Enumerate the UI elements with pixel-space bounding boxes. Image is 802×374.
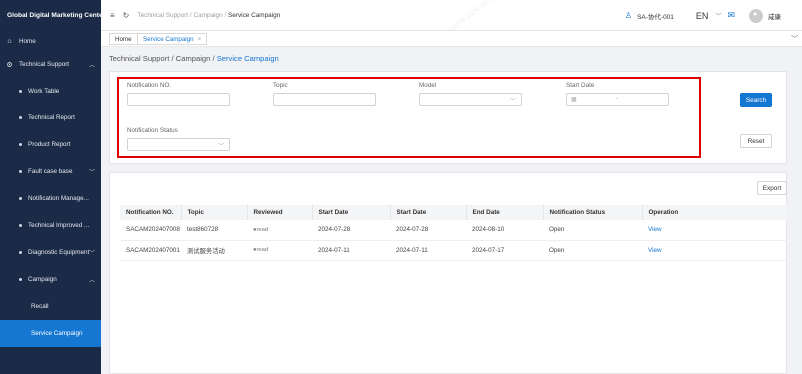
user-icon: ♙ (624, 11, 633, 20)
bullet-icon (19, 116, 22, 119)
brand-title: Global Digital Marketing Center (7, 11, 106, 19)
chevron-down-icon: ﹀ (88, 170, 95, 176)
reset-button[interactable]: Reset (740, 134, 772, 148)
close-icon[interactable]: × (198, 36, 202, 43)
page-breadcrumb-current: Service Campaign (216, 54, 279, 63)
mail-icon[interactable]: ✉ (727, 10, 735, 21)
table-header-row: Notification NO. Topic Reviewed Start Da… (120, 205, 787, 220)
search-button[interactable]: Search (740, 93, 772, 107)
sidebar-item-diagnostic-equipment[interactable]: Diagnostic Equipment ﹀ (0, 239, 101, 266)
highlight-box (117, 77, 701, 158)
topic-cell: 测试服务活动 (181, 240, 247, 261)
column-header: Notification NO. (120, 205, 182, 220)
sidebar-item-label: Service Campaign (31, 330, 83, 337)
results-panel (109, 172, 787, 374)
end-date-cell: 2024-08-10 (466, 220, 543, 241)
sidebar-item-label: Home (19, 38, 36, 45)
username[interactable]: 咸康 (768, 11, 781, 21)
sidebar-item-fault-case-base[interactable]: Fault case base ﹀ (0, 158, 101, 185)
breadcrumb-current: Service Campaign (228, 11, 281, 19)
page-breadcrumb-item[interactable]: Campaign (176, 54, 211, 63)
avatar[interactable]: ● (749, 8, 763, 23)
sidebar-item-service-campaign[interactable]: Service Campaign (0, 320, 101, 347)
chevron-down-icon[interactable]: ﹀ (791, 34, 798, 44)
tab-label: Service Campaign (143, 35, 194, 43)
tab-home[interactable]: Home (109, 33, 138, 45)
breadcrumb: Technical Support / Campaign / Service C… (137, 12, 280, 19)
sidebar-item-label: Technical Support (19, 61, 70, 68)
bullet-icon (19, 90, 22, 93)
sidebar-item-label: Recall (31, 303, 49, 310)
sidebar-item-label: Technical Improved ... (28, 222, 90, 229)
sidebar-item-label: Work Table (28, 88, 60, 95)
start-date-cell: 2024-07-28 (312, 220, 390, 241)
home-icon: ⌂ (7, 38, 12, 45)
end-date-cell: 2024-07-17 (466, 240, 543, 261)
chevron-down-icon[interactable]: ﹀ (715, 11, 721, 20)
chevron-up-icon: ︿ (88, 278, 95, 284)
sidebar-item-label: Technical Report (28, 114, 75, 121)
status-cell: Open (543, 220, 642, 241)
breadcrumb-item[interactable]: Technical Support (137, 12, 188, 19)
topic-cell: test860728 (181, 220, 247, 241)
sidebar-item-label: Product Report (28, 141, 71, 148)
notification-no-cell: SACAM202407001 (120, 240, 181, 261)
table-row: SACAM202407001 测试服务活动 ●read 2024-07-11 2… (120, 240, 787, 261)
chevron-down-icon: ﹀ (88, 251, 95, 257)
start-date-cell: 2024-07-11 (390, 240, 466, 261)
column-header: Notification Status (543, 205, 643, 220)
column-header: Start Date (390, 205, 467, 220)
sidebar-item-recall[interactable]: Recall (0, 293, 101, 320)
bullet-icon (19, 251, 22, 254)
sidebar-item-product-report[interactable]: Product Report (0, 131, 101, 158)
chevron-up-icon: ︿ (88, 63, 95, 69)
campaign-table: Notification NO. Topic Reviewed Start Da… (120, 205, 787, 261)
avatar-person-icon: ● (753, 10, 758, 18)
start-date-cell: 2024-07-28 (390, 220, 466, 241)
bullet-icon (19, 143, 22, 146)
sidebar-item-technical-improved[interactable]: Technical Improved ... (0, 212, 101, 239)
breadcrumb-item[interactable]: Campaign (194, 12, 223, 19)
gear-icon: ⚙ (6, 61, 13, 69)
status-cell: Open (543, 240, 642, 261)
export-button[interactable]: Export (757, 181, 787, 195)
bullet-icon (19, 224, 22, 227)
column-header: End Date (466, 205, 544, 220)
sidebar-item-technical-report[interactable]: Technical Report (0, 104, 101, 131)
bullet-icon (19, 197, 22, 200)
tab-label: Home (115, 35, 132, 43)
page-breadcrumb-item[interactable]: Technical Support (109, 54, 169, 63)
column-header: Start Date (312, 205, 391, 220)
sidebar-item-label: Diagnostic Equipment (28, 249, 90, 256)
menu-toggle-icon[interactable]: ≡ (110, 11, 115, 20)
start-date-cell: 2024-07-11 (312, 240, 390, 261)
sidebar-item-label: Notification Manage... (28, 195, 89, 202)
column-header: Topic (181, 205, 248, 220)
notification-no-cell: SACAM202407008 (120, 220, 181, 241)
sidebar-item-work-table[interactable]: Work Table (0, 78, 101, 105)
column-header: Operation (642, 205, 787, 220)
bullet-icon (19, 278, 22, 281)
sidebar-item-technical-support[interactable]: ⚙ Technical Support ︿ (0, 51, 101, 78)
sidebar-item-label: Campaign (28, 276, 57, 283)
tab-service-campaign[interactable]: Service Campaign × (137, 33, 208, 45)
bullet-icon (19, 170, 22, 173)
top-bar: ≡ ↻ Technical Support / Campaign / Servi… (101, 0, 802, 42)
reviewed-cell: ●read (247, 240, 312, 261)
page-breadcrumb: Technical Support / Campaign / Service C… (109, 54, 279, 63)
column-header: Reviewed (247, 205, 313, 220)
reviewed-cell: ●read (247, 220, 312, 241)
sidebar: Global Digital Marketing Center ⌂ Home ⚙… (0, 0, 106, 374)
top-bar-right: ♙ SA-协代-001 EN ﹀ ✉ ● 咸康 (625, 0, 802, 31)
view-link[interactable]: View (642, 220, 787, 241)
account-name[interactable]: SA-协代-001 (637, 11, 674, 21)
language-select[interactable]: EN (696, 11, 709, 21)
view-link[interactable]: View (642, 240, 787, 261)
table-row: SACAM202407008 test860728 ●read 2024-07-… (120, 220, 787, 241)
sidebar-item-campaign[interactable]: Campaign ︿ (0, 266, 101, 293)
sidebar-item-label: Fault case base (28, 168, 73, 175)
sidebar-item-notification-manage[interactable]: Notification Manage... (0, 185, 101, 212)
refresh-icon[interactable]: ↻ (123, 11, 130, 20)
tab-bar: Home Service Campaign × ﹀ (101, 31, 802, 47)
